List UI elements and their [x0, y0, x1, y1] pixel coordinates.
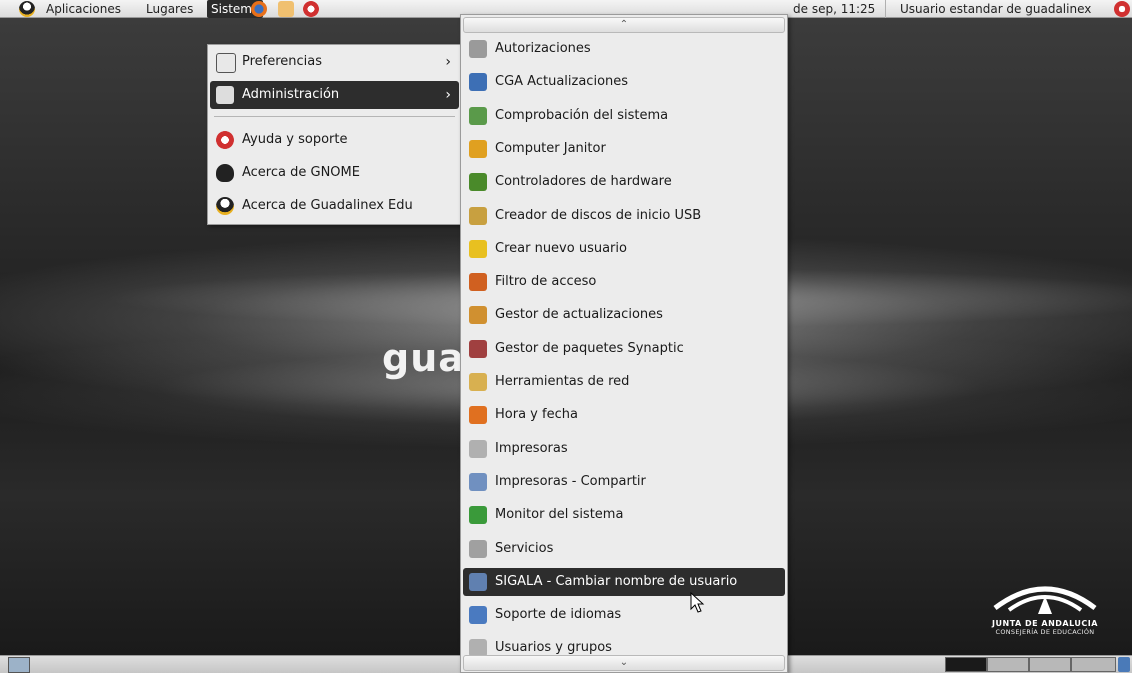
penguin-icon — [216, 197, 234, 215]
menu-item-label: Acerca de GNOME — [242, 165, 360, 180]
panel-separator — [885, 0, 886, 18]
menu-item-label: Hora y fecha — [495, 407, 578, 423]
scroll-up-arrow[interactable]: ⌃ — [463, 17, 785, 33]
admin-menu-item[interactable]: Creador de discos de inicio USB — [463, 202, 785, 230]
lifebuoy-icon[interactable] — [303, 1, 319, 17]
menu-item-label: CGA Actualizaciones — [495, 74, 629, 90]
system-monitor-icon — [469, 506, 487, 525]
junta-andalucia-logo: JUNTA DE ANDALUCIA CONSEJERÍA DE EDUCACI… — [960, 578, 1130, 655]
junta-subtitle: CONSEJERÍA DE EDUCACIÓN — [995, 628, 1095, 636]
junta-arc-icon — [993, 586, 1097, 614]
user-label[interactable]: Usuario estandar de guadalinex — [896, 0, 1095, 18]
menu-item-acerca-guadalinex[interactable]: Acerca de Guadalinex Edu — [210, 192, 459, 220]
admin-menu-item[interactable]: Servicios — [463, 535, 785, 563]
menu-item-label: Gestor de actualizaciones — [495, 307, 663, 323]
menu-item-label: Gestor de paquetes Synaptic — [495, 340, 684, 356]
admin-menu-item[interactable]: Filtro de acceso — [463, 268, 785, 296]
firefox-icon[interactable] — [251, 1, 267, 17]
admin-menu-item[interactable]: Gestor de paquetes Synaptic — [463, 335, 785, 363]
junta-title: JUNTA DE ANDALUCIA — [992, 619, 1098, 628]
keys-icon — [469, 40, 487, 58]
admin-menu-item[interactable]: Comprobación del sistema — [463, 102, 785, 130]
system-dropdown-menu: Preferencias › Administración › Ayuda y … — [207, 44, 462, 225]
language-icon — [469, 606, 487, 625]
mouse-cursor-icon — [690, 592, 705, 613]
lifebuoy-icon — [216, 131, 234, 149]
admin-menu-item[interactable]: SIGALA - Cambiar nombre de usuario — [463, 567, 785, 596]
usb-disk-icon — [469, 206, 487, 225]
network-tools-icon — [469, 373, 487, 391]
admin-menu-item[interactable]: Monitor del sistema — [463, 501, 785, 529]
menu-item-preferencias[interactable]: Preferencias › — [210, 48, 459, 76]
services-icon — [469, 539, 487, 558]
menu-item-label: Acerca de Guadalinex Edu — [242, 198, 413, 213]
satellite-icon — [469, 73, 487, 92]
scroll-down-arrow[interactable]: ⌄ — [463, 655, 785, 671]
show-desktop-icon[interactable] — [8, 657, 30, 673]
menu-item-label: Comprobación del sistema — [495, 107, 669, 123]
admin-menu-item[interactable]: Gestor de actualizaciones — [463, 301, 785, 329]
admin-menu-item[interactable]: Hora y fecha — [463, 401, 785, 429]
users-rename-icon — [469, 572, 487, 591]
menu-item-label: Administración — [242, 87, 340, 102]
menu-item-label: Filtro de acceso — [495, 274, 597, 290]
admin-menu-item[interactable]: Impresoras - Compartir — [463, 468, 785, 496]
administration-submenu: ⌃ Autorizaciones CGA Actualizaciones Compr… — [460, 14, 788, 673]
hardware-card-icon — [469, 173, 487, 192]
admin-menu-item[interactable]: Impresoras — [463, 435, 785, 463]
smiley-add-icon — [469, 239, 487, 258]
tools-icon — [216, 86, 234, 104]
broom-icon — [469, 139, 487, 158]
menu-item-administracion[interactable]: Administración › — [210, 81, 459, 109]
menu-item-label: Creador de discos de inicio USB — [495, 207, 702, 223]
update-manager-icon — [469, 306, 487, 325]
menu-item-label: Monitor del sistema — [495, 507, 624, 523]
workspace-4[interactable] — [1071, 657, 1116, 672]
admin-menu-item[interactable]: Soporte de idiomas — [463, 601, 785, 629]
menu-item-label: Impresoras — [495, 440, 568, 456]
menu-item-label: Crear nuevo usuario — [495, 240, 627, 256]
gnome-foot-icon — [216, 164, 234, 182]
admin-menu-item[interactable]: Herramientas de red — [463, 368, 785, 396]
preferences-icon — [216, 53, 236, 73]
admin-menu-item[interactable]: Autorizaciones — [463, 35, 785, 63]
applications-menu[interactable]: Aplicaciones — [42, 0, 125, 18]
menu-item-acerca-gnome[interactable]: Acerca de GNOME — [210, 159, 459, 187]
workspace-3[interactable] — [1029, 657, 1071, 672]
submenu-arrow-icon: › — [445, 87, 451, 103]
menu-item-label: Impresoras - Compartir — [495, 473, 646, 489]
menu-item-label: Autorizaciones — [495, 41, 591, 56]
menu-item-label: Controladores de hardware — [495, 174, 672, 190]
menu-item-label: Servicios — [495, 540, 554, 556]
synaptic-icon — [469, 339, 487, 358]
monitor-check-icon — [469, 106, 487, 125]
filter-icon — [469, 273, 487, 292]
menu-item-label: Preferencias — [242, 54, 323, 69]
admin-menu-item[interactable]: Crear nuevo usuario — [463, 235, 785, 263]
mail-icon[interactable] — [278, 1, 294, 17]
power-icon[interactable] — [1114, 1, 1130, 17]
clock-icon — [469, 406, 487, 425]
places-menu[interactable]: Lugares — [142, 0, 197, 18]
submenu-arrow-icon: › — [445, 54, 451, 70]
admin-menu-item[interactable]: CGA Actualizaciones — [463, 68, 785, 96]
menu-divider — [214, 116, 455, 117]
clock-label[interactable]: de sep, 11:25 — [789, 0, 879, 18]
workspace-2[interactable] — [987, 657, 1029, 672]
printer-icon — [469, 439, 487, 458]
workspace-1[interactable] — [945, 657, 987, 672]
penguin-icon[interactable] — [19, 1, 35, 17]
menu-item-label: Soporte de idiomas — [495, 607, 622, 623]
menu-item-ayuda[interactable]: Ayuda y soporte — [210, 126, 459, 154]
menu-item-label: Herramientas de red — [495, 374, 630, 389]
menu-item-label: Ayuda y soporte — [242, 132, 348, 147]
menu-item-label: Computer Janitor — [495, 140, 606, 156]
trash-icon[interactable] — [1118, 657, 1130, 672]
admin-menu-item[interactable]: Controladores de hardware — [463, 168, 785, 196]
admin-menu-item[interactable]: Computer Janitor — [463, 135, 785, 163]
printer-share-icon — [469, 472, 487, 491]
